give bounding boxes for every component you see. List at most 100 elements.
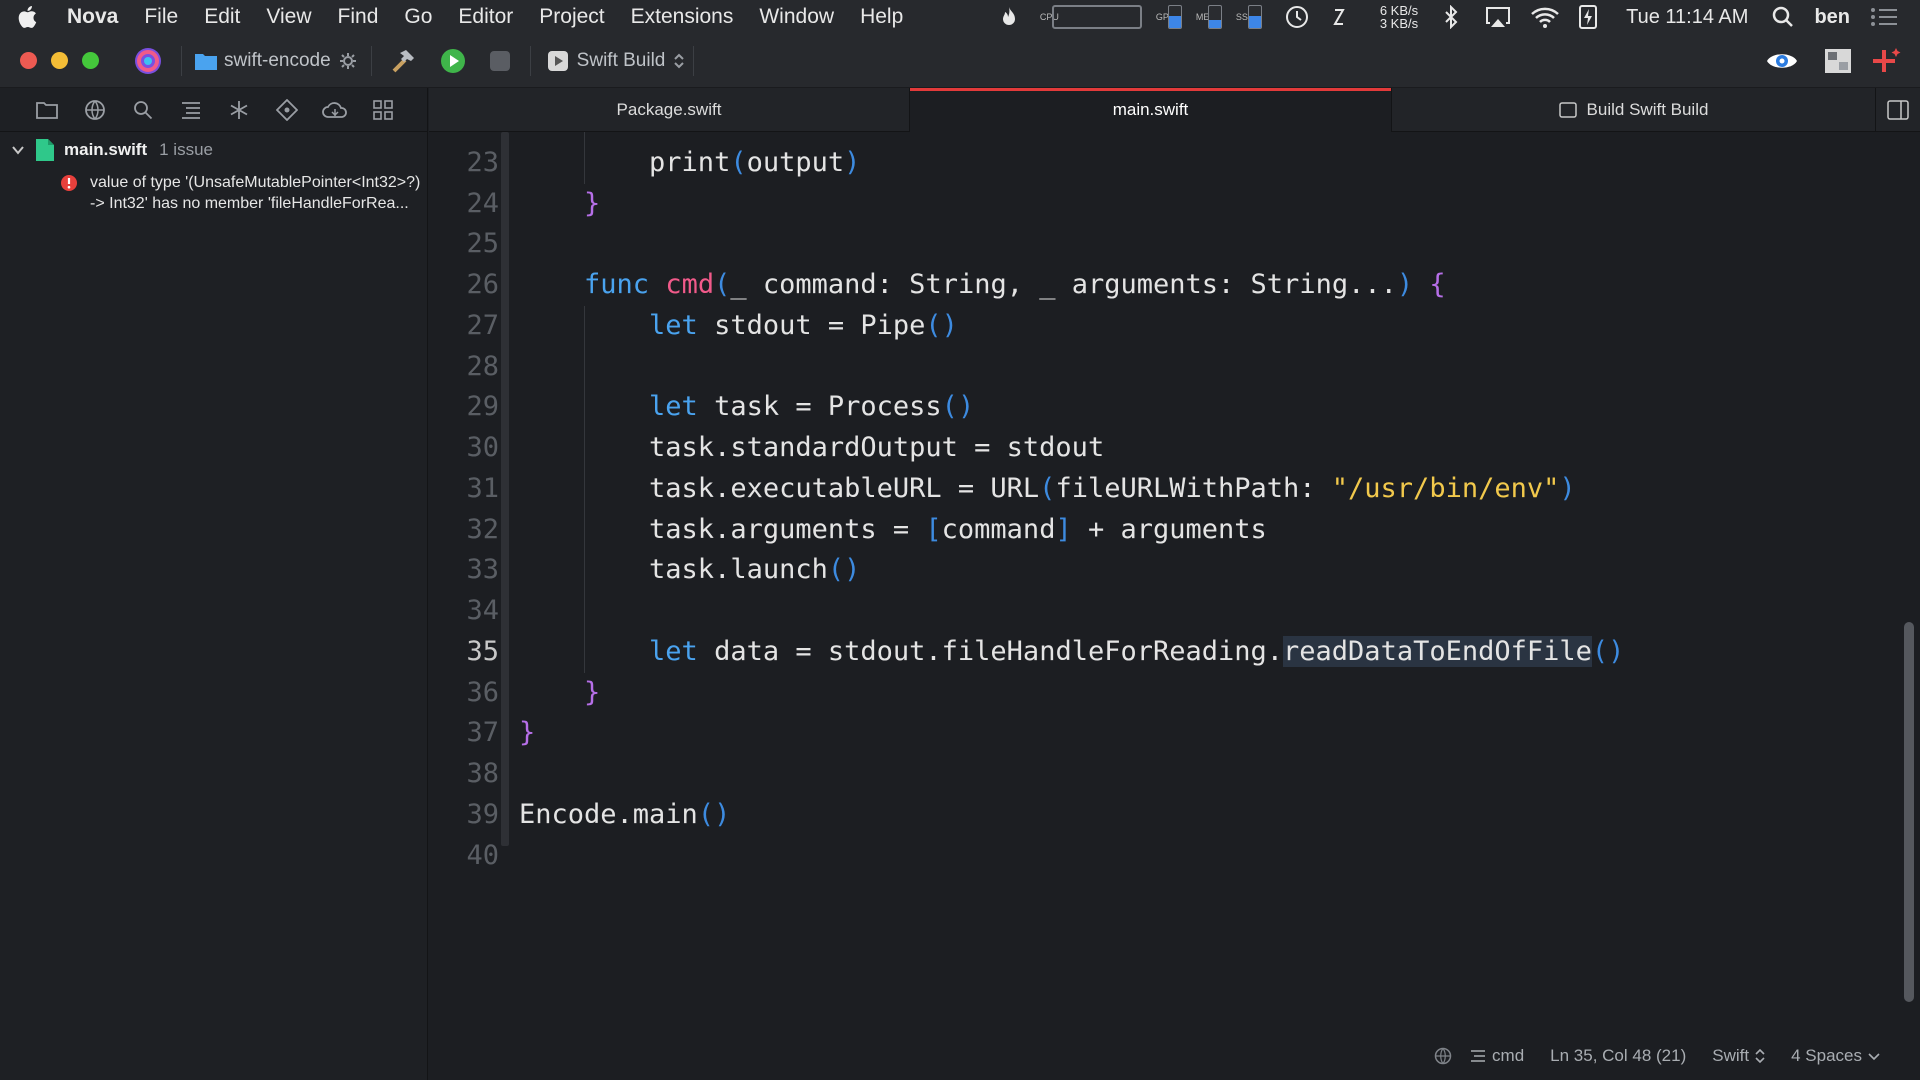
clock[interactable]: Tue 11:14 AM [1626,0,1748,34]
symbols-icon[interactable] [178,97,204,123]
bluetooth-icon[interactable] [1444,0,1458,34]
code-line[interactable]: func cmd(_ command: String, _ arguments:… [519,265,1446,306]
gpu-meter[interactable]: GPU [1156,0,1182,34]
build-hammer-icon[interactable] [390,47,418,75]
menu-help[interactable]: Help [847,5,916,29]
files-icon[interactable] [34,97,60,123]
tab-bar: Package.swift main.swift Build Swift Bui… [429,88,1920,132]
flame-icon[interactable] [1000,0,1018,34]
airplay-icon[interactable] [1484,0,1512,34]
line-number: 30 [466,432,499,463]
nova-logo-icon[interactable] [133,46,163,76]
user-name[interactable]: ben [1814,0,1850,34]
indent-guide [584,305,585,673]
project-name[interactable]: swift-encode [224,50,331,72]
tab-main-swift[interactable]: main.swift [910,88,1392,132]
issue-item[interactable]: value of type '(UnsafeMutablePointer<Int… [0,166,427,214]
menu-project[interactable]: Project [526,5,617,29]
line-number: 38 [466,758,499,789]
wifi-icon[interactable] [1530,0,1560,34]
line-number: 39 [466,798,499,830]
minimize-window-button[interactable] [51,52,68,69]
symbol-indicator[interactable]: cmd [1470,1046,1524,1066]
issue-file-row[interactable]: main.swift 1 issue [0,134,427,166]
git-icon[interactable] [274,97,300,123]
menu-find[interactable]: Find [325,5,392,29]
memory-meter[interactable]: MEM [1196,0,1222,34]
scheme-selector[interactable]: Swift Build [547,50,686,72]
add-extension-icon[interactable] [1870,46,1902,76]
notification-center-icon[interactable] [1870,0,1898,34]
cpu-meter[interactable]: CPU [1040,0,1142,34]
code-line[interactable]: let data = stdout.fileHandleForReading.r… [519,632,1624,673]
fold-indicator[interactable] [501,132,509,846]
swift-build-icon [547,50,568,71]
code-line[interactable]: task.launch() [519,550,860,591]
line-number: 37 [466,717,499,749]
toggle-inspector-button[interactable] [1876,88,1920,132]
code-line[interactable]: } [519,673,600,714]
line-number-gutter: 22 23 24 25 26 27 28 29 30 31 32 33 34 35 36 37 38 39 40 [429,132,499,1032]
gpu-level [1168,15,1181,28]
project-settings-gear-icon[interactable] [339,52,357,70]
globe-icon[interactable] [82,97,108,123]
preview-eye-icon[interactable] [1766,49,1798,73]
menu-go[interactable]: Go [391,5,445,29]
menu-file[interactable]: File [131,5,191,29]
apple-menu-icon[interactable] [0,5,54,29]
line-number: 36 [466,676,499,708]
tab-package-swift[interactable]: Package.swift [429,88,910,132]
code-line[interactable]: Encode.main() [519,795,730,836]
grid-icon[interactable] [370,97,396,123]
scheme-name: Swift Build [576,49,666,71]
menu-window[interactable]: Window [746,5,847,29]
gpu-meter-label: GPU [1155,12,1176,22]
menu-extensions[interactable]: Extensions [618,5,747,29]
indent-guide [584,132,585,184]
cursor-position[interactable]: Ln 35, Col 48 (21) [1550,1046,1686,1066]
issue-message: value of type '(UnsafeMutablePointer<Int… [90,174,421,212]
code-line[interactable]: task.standardOutput = stdout [519,428,1104,469]
spotlight-search-icon[interactable] [1772,0,1794,34]
line-number: 29 [466,391,499,423]
stop-button[interactable] [488,49,512,73]
asterisk-icon[interactable] [226,97,252,123]
menu-app-name[interactable]: Nova [54,5,131,29]
status-bar: cmd Ln 35, Col 48 (21) Swift 4 Spaces [429,1032,1920,1080]
ssd-meter[interactable]: SSD [1236,0,1262,34]
indentation-selector[interactable]: 4 Spaces [1791,1046,1880,1066]
layout-toggle-icon[interactable] [1824,48,1852,74]
network-speed[interactable]: 6 KB/s 3 KB/s [1380,0,1418,34]
code-line[interactable]: task.arguments = [command] + arguments [519,510,1267,551]
menu-editor[interactable]: Editor [445,5,526,29]
code-line[interactable]: } [519,713,535,754]
search-icon[interactable] [130,97,156,123]
language-selector[interactable]: Swift [1712,1046,1765,1066]
code-line[interactable]: print(output) [519,143,860,184]
battery-charging-icon[interactable] [1578,0,1598,34]
window-toolbar: swift-encode Swift Build [0,34,1920,88]
line-number: 22 [439,132,499,143]
code-line[interactable]: task.executableURL = URL(fileURLWithPath… [519,469,1576,510]
indentation-label: 4 Spaces [1791,1046,1862,1065]
time-machine-icon[interactable] [1284,0,1310,34]
zoom-window-button[interactable] [82,52,99,69]
line-number: 25 [466,228,499,260]
sleep-icon[interactable] [1332,0,1346,34]
run-button[interactable] [440,48,466,74]
swift-file-icon [36,139,54,161]
cloud-icon[interactable] [322,97,348,123]
line-number: 32 [466,513,499,545]
close-window-button[interactable] [20,52,37,69]
code-line[interactable]: } [519,184,600,225]
language-server-icon[interactable] [1434,1047,1452,1065]
code-editor[interactable]: 22 23 24 25 26 27 28 29 30 31 32 33 34 35 36 37 38 39 40 p… [429,132,1920,1032]
window-controls [20,52,99,69]
menu-edit[interactable]: Edit [191,5,253,29]
code-line[interactable]: let task = Process() [519,387,974,428]
vertical-scrollbar[interactable] [1904,622,1914,1002]
tab-build-swift-build[interactable]: Build Swift Build [1392,88,1876,132]
issue-count: 1 issue [159,140,213,159]
menu-view[interactable]: View [253,5,324,29]
chevron-down-icon[interactable] [10,142,26,158]
